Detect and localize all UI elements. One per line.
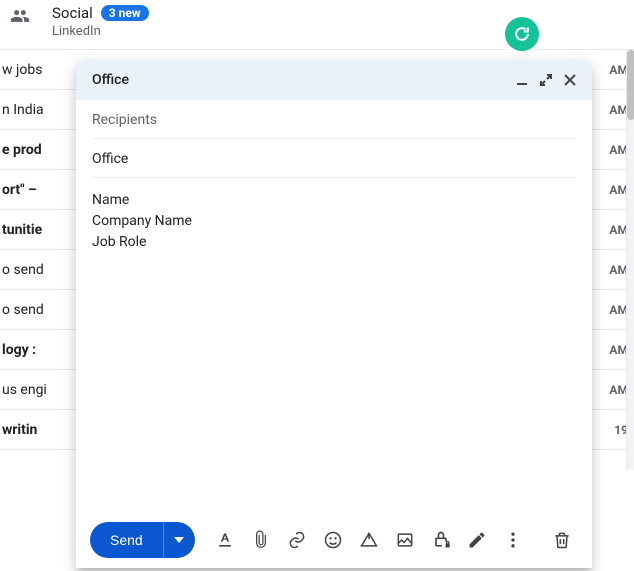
pen-icon[interactable] xyxy=(461,524,493,556)
row-time: AM xyxy=(605,223,628,237)
row-time: AM xyxy=(605,63,628,77)
social-title: Social xyxy=(52,4,93,22)
fullscreen-button[interactable] xyxy=(536,70,556,90)
row-time: AM xyxy=(605,343,628,357)
row-time: AM xyxy=(605,103,628,117)
minimize-button[interactable] xyxy=(512,70,532,90)
social-sub: LinkedIn xyxy=(52,24,149,39)
row-snippet: o send xyxy=(2,302,44,318)
people-icon xyxy=(10,6,30,26)
row-snippet: w jobs xyxy=(2,62,42,78)
row-snippet: logy : xyxy=(2,342,36,358)
more-icon[interactable] xyxy=(497,524,529,556)
compose-toolbar: Send xyxy=(76,512,592,568)
row-snippet: n India xyxy=(2,102,44,118)
scrollbar-thumb[interactable] xyxy=(627,50,634,120)
link-icon[interactable] xyxy=(281,524,313,556)
row-snippet: tunitie xyxy=(2,222,42,238)
social-tab-row[interactable]: Social 3 new LinkedIn xyxy=(0,0,634,50)
row-snippet: writin xyxy=(2,422,37,438)
row-snippet: o send xyxy=(2,262,44,278)
compose-body[interactable]: Name Company Name Job Role xyxy=(76,178,592,512)
attach-icon[interactable] xyxy=(245,524,277,556)
close-button[interactable] xyxy=(560,70,580,90)
social-badge: 3 new xyxy=(101,5,149,21)
confidential-icon[interactable] xyxy=(425,524,457,556)
scrollbar[interactable] xyxy=(626,50,634,470)
body-line: Company Name xyxy=(92,211,576,232)
row-time: AM xyxy=(605,263,628,277)
row-time: AM xyxy=(605,183,628,197)
drive-icon[interactable] xyxy=(353,524,385,556)
row-time: AM xyxy=(605,383,628,397)
body-line: Job Role xyxy=(92,232,576,253)
compose-title: Office xyxy=(92,72,508,88)
send-button-group: Send xyxy=(90,522,195,558)
send-options-button[interactable] xyxy=(163,522,195,558)
send-button[interactable]: Send xyxy=(90,522,163,558)
trash-icon[interactable] xyxy=(546,524,578,556)
row-snippet: e prod xyxy=(2,142,42,158)
row-snippet: ort" – xyxy=(2,182,37,198)
body-line: Name xyxy=(92,190,576,211)
emoji-icon[interactable] xyxy=(317,524,349,556)
subject-field[interactable]: Office xyxy=(92,139,576,178)
row-snippet: us engi xyxy=(2,382,47,398)
grammarly-icon[interactable] xyxy=(505,17,539,51)
row-time: AM xyxy=(605,143,628,157)
recipients-field[interactable]: Recipients xyxy=(92,100,576,139)
formatting-icon[interactable] xyxy=(209,524,241,556)
image-icon[interactable] xyxy=(389,524,421,556)
compose-window: Office Recipients Office Name Company Na… xyxy=(76,60,592,568)
row-time: AM xyxy=(605,303,628,317)
compose-header[interactable]: Office xyxy=(76,60,592,100)
